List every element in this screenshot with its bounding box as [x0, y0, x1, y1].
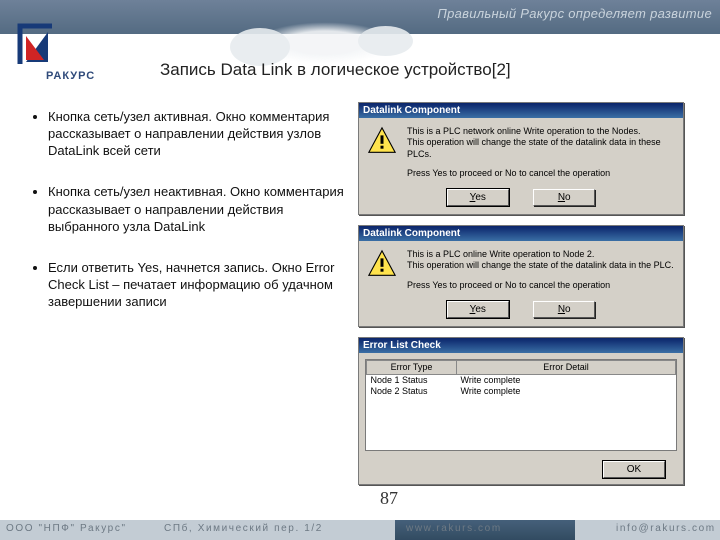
dialog-datalink-node: Datalink Component This is a PLC online … — [358, 225, 684, 327]
error-table: Error Type Error Detail Node 1 Status Wr… — [365, 359, 677, 451]
cell-type: Node 1 Status — [367, 374, 457, 385]
dialog2-title: Datalink Component — [359, 226, 683, 241]
col-error-detail: Error Detail — [457, 360, 676, 374]
dialog1-title: Datalink Component — [359, 103, 683, 118]
cell-type: Node 2 Status — [367, 385, 457, 396]
no-button[interactable]: No — [533, 301, 595, 318]
dialog2-line3: Press Yes to proceed or No to cancel the… — [407, 280, 610, 290]
no-button[interactable]: No — [533, 189, 595, 206]
logo-mark-icon — [12, 18, 132, 72]
slide-title: Запись Data Link в логическое устройство… — [160, 60, 511, 80]
table-row: Node 1 Status Write complete — [367, 374, 676, 385]
dialog1-line2: This operation will change the state of … — [407, 137, 661, 158]
bullet-list: Кнопка сеть/узел активная. Окно коммента… — [0, 100, 358, 500]
warning-icon — [367, 126, 397, 156]
dialog-error-list-check: Error List Check Error Type Error Detail… — [358, 337, 684, 485]
footer-org: ООО "НПФ" Ракурс" — [6, 523, 127, 534]
dialog1-text: This is a PLC network online Write opera… — [407, 126, 675, 179]
footer-url: www.rakurs.com — [406, 523, 502, 534]
col-error-type: Error Type — [367, 360, 457, 374]
dialog-datalink-network: Datalink Component This is a PLC network… — [358, 102, 684, 215]
bullet-3: Если ответить Yes, начнется запись. Окно… — [48, 259, 350, 310]
dialog2-line1: This is a PLC online Write operation to … — [407, 249, 594, 259]
ok-button[interactable]: OK — [603, 461, 665, 478]
content-area: Кнопка сеть/узел активная. Окно коммента… — [0, 100, 720, 500]
yes-button[interactable]: Yes — [447, 189, 509, 206]
logo-text: РАКУРС — [12, 70, 142, 82]
dialog1-line1: This is a PLC network online Write opera… — [407, 126, 640, 136]
dialogs-column: Datalink Component This is a PLC network… — [358, 100, 688, 500]
warning-icon — [367, 249, 397, 279]
footer-mail: info@rakurs.com — [616, 523, 716, 534]
page-number: 87 — [380, 488, 398, 509]
company-logo: РАКУРС — [12, 18, 142, 82]
elc-title: Error List Check — [359, 338, 683, 353]
table-row: Node 2 Status Write complete — [367, 385, 676, 396]
footer-addr: СПб, Химический пер. 1/2 — [164, 523, 323, 534]
bullet-1: Кнопка сеть/узел активная. Окно коммента… — [48, 108, 350, 159]
yes-button[interactable]: Yes — [447, 301, 509, 318]
header-slogan: Правильный Ракурс определяет развитие — [437, 6, 712, 21]
dialog1-line3: Press Yes to proceed or No to cancel the… — [407, 168, 610, 178]
cell-detail: Write complete — [457, 385, 676, 396]
dialog2-line2: This operation will change the state of … — [407, 260, 674, 270]
bullet-2: Кнопка сеть/узел неактивная. Окно коммен… — [48, 183, 350, 234]
dialog2-text: This is a PLC online Write operation to … — [407, 249, 674, 291]
footer-bar: ООО "НПФ" Ракурс" СПб, Химический пер. 1… — [0, 520, 720, 540]
cell-detail: Write complete — [457, 374, 676, 385]
